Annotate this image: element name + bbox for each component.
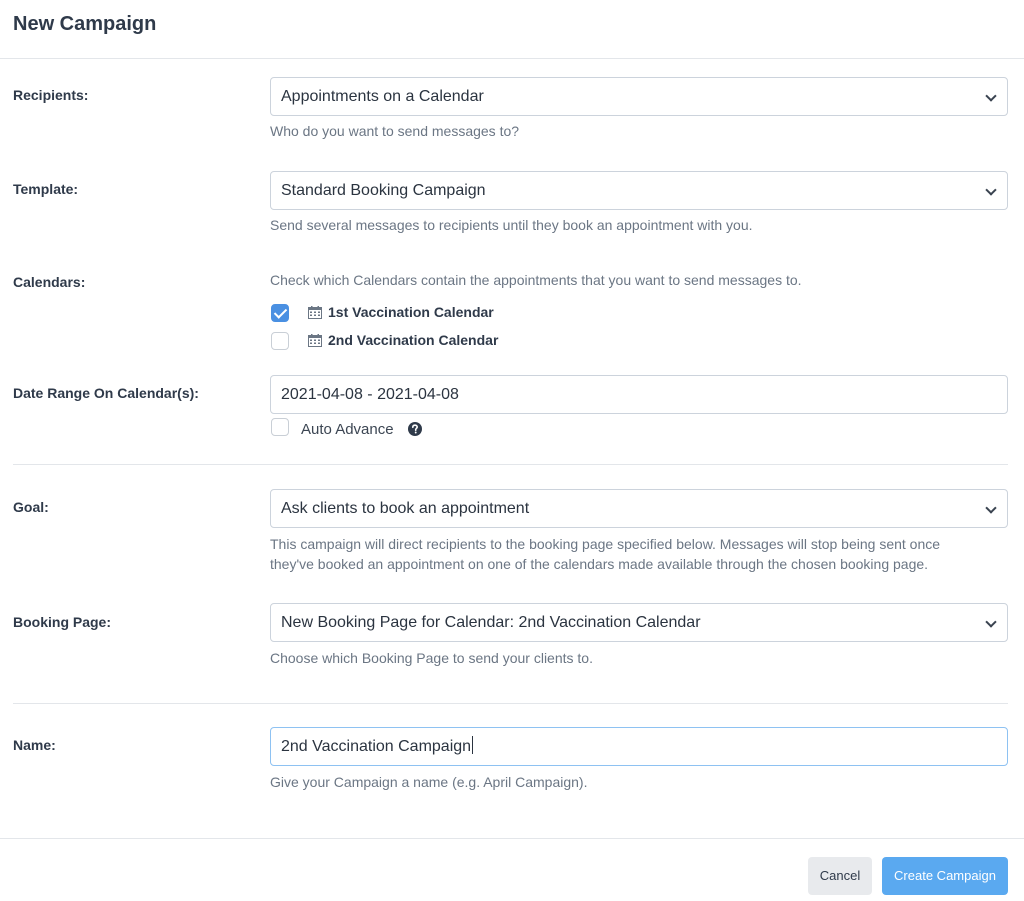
campaign-name-value: 2nd Vaccination Campaign	[281, 738, 472, 755]
booking-page-help: Choose which Booking Page to send your c…	[270, 650, 593, 666]
goal-label: Goal:	[13, 499, 49, 515]
goal-help-line-2: they've booked an appointment on one of …	[270, 556, 929, 572]
goal-value: Ask clients to book an appointment	[281, 500, 530, 517]
booking-page-select[interactable]: New Booking Page for Calendar: 2nd Vacci…	[270, 603, 1008, 642]
booking-page-value: New Booking Page for Calendar: 2nd Vacci…	[281, 614, 701, 631]
calendar-checkbox-1st[interactable]	[271, 304, 289, 322]
date-range-input[interactable]: 2021-04-08 - 2021-04-08	[270, 375, 1008, 414]
template-select[interactable]: Standard Booking Campaign	[270, 171, 1008, 210]
text-caret	[472, 736, 474, 754]
booking-page-label: Booking Page:	[13, 614, 112, 630]
calendars-help: Check which Calendars contain the appoin…	[270, 272, 802, 288]
template-value: Standard Booking Campaign	[281, 182, 486, 199]
recipients-label: Recipients:	[13, 87, 89, 103]
date-range-value: 2021-04-08 - 2021-04-08	[281, 386, 459, 403]
create-campaign-button[interactable]: Create Campaign	[882, 857, 1008, 895]
name-help: Give your Campaign a name (e.g. April Ca…	[270, 774, 588, 790]
name-label: Name:	[13, 737, 56, 753]
section-divider	[13, 703, 1008, 704]
chevron-down-icon	[985, 184, 997, 196]
campaign-name-input[interactable]: 2nd Vaccination Campaign	[270, 727, 1008, 766]
calendar-checkbox-2nd[interactable]	[271, 332, 289, 350]
question-circle-icon[interactable]	[408, 422, 422, 436]
auto-advance-checkbox[interactable]	[271, 418, 289, 436]
section-divider	[13, 464, 1008, 465]
date-range-label: Date Range On Calendar(s):	[13, 385, 199, 401]
goal-help-line-1: This campaign will direct recipients to …	[270, 536, 941, 552]
cancel-button[interactable]: Cancel	[808, 857, 872, 895]
modal-title: New Campaign	[13, 13, 157, 35]
template-label: Template:	[13, 181, 79, 197]
calendar-label-2nd[interactable]: 2nd Vaccination Calendar	[328, 332, 498, 348]
template-help: Send several messages to recipients unti…	[270, 217, 753, 233]
recipients-select[interactable]: Appointments on a Calendar	[270, 77, 1008, 116]
calendar-icon	[308, 334, 322, 347]
chevron-down-icon	[985, 502, 997, 514]
calendar-icon	[308, 306, 322, 319]
chevron-down-icon	[985, 90, 997, 102]
footer-divider	[0, 838, 1024, 839]
recipients-help: Who do you want to send messages to?	[270, 123, 520, 139]
calendars-label: Calendars:	[13, 274, 86, 290]
header-divider	[0, 58, 1024, 59]
chevron-down-icon	[985, 616, 997, 628]
auto-advance-label[interactable]: Auto Advance	[301, 421, 394, 438]
recipients-value: Appointments on a Calendar	[281, 88, 484, 105]
goal-select[interactable]: Ask clients to book an appointment	[270, 489, 1008, 528]
calendar-label-1st[interactable]: 1st Vaccination Calendar	[328, 304, 494, 320]
